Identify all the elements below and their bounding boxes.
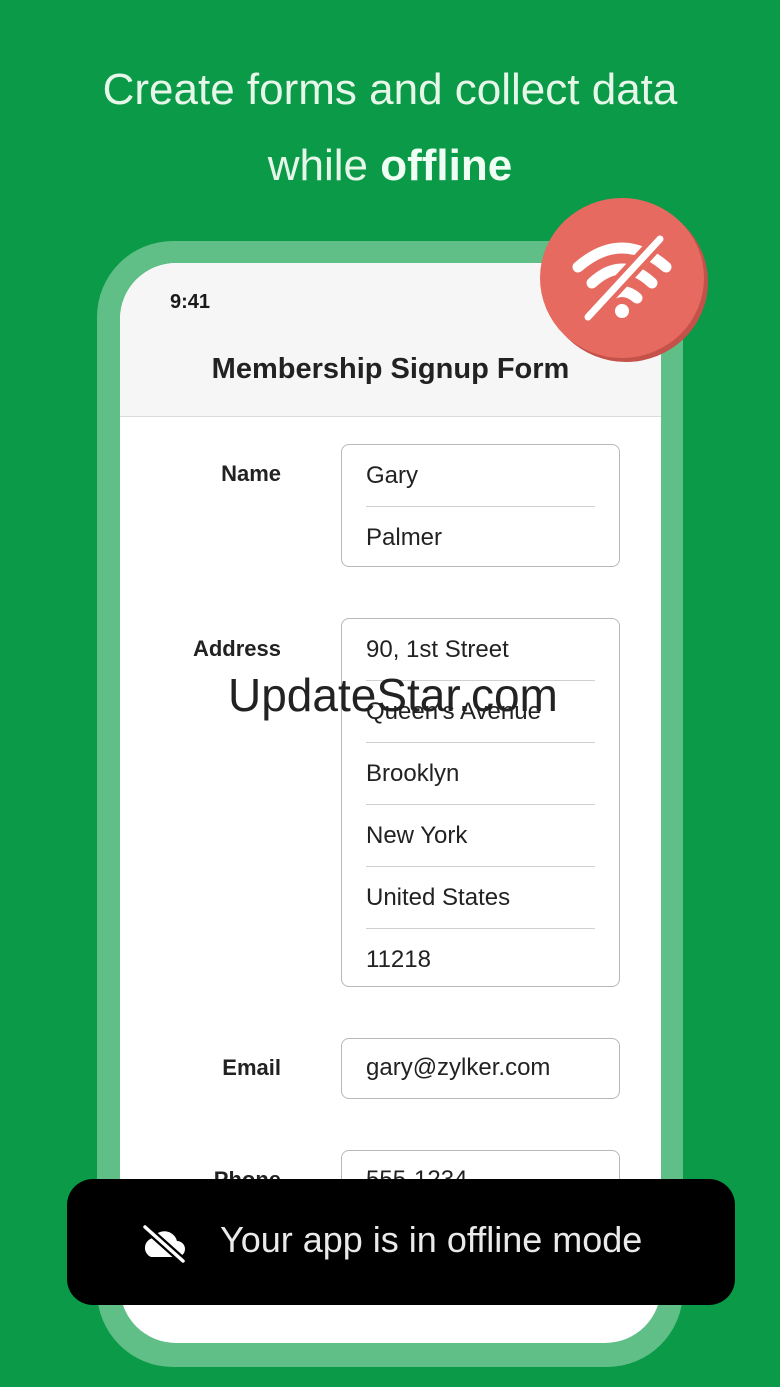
headline-emphasis: offline: [380, 141, 513, 190]
offline-toast: Your app is in offline mode: [67, 1179, 735, 1305]
headline: Create forms and collect data while offl…: [0, 52, 780, 204]
status-time: 9:41: [170, 291, 211, 313]
headline-line-2: while offline: [0, 128, 780, 204]
wifi-off-icon: [572, 233, 672, 321]
city-input[interactable]: Brooklyn: [366, 743, 595, 805]
first-name-input[interactable]: Gary: [366, 445, 595, 507]
toast-message: Your app is in offline mode: [220, 1219, 643, 1260]
email-label: Email: [222, 1055, 281, 1080]
headline-prefix: while: [267, 141, 381, 190]
offline-badge: [540, 198, 704, 358]
last-name-input[interactable]: Palmer: [366, 507, 595, 568]
name-field[interactable]: Gary Palmer: [341, 444, 620, 567]
cloud-off-icon: [141, 1223, 187, 1263]
watermark: UpdateStar.com: [228, 669, 558, 721]
name-label: Name: [221, 461, 281, 486]
country-input[interactable]: United States: [366, 867, 595, 929]
zip-input[interactable]: 11218: [366, 929, 595, 990]
email-field[interactable]: gary@zylker.com: [341, 1038, 620, 1099]
email-input[interactable]: gary@zylker.com: [366, 1039, 595, 1097]
form-header: Membership Signup Form: [120, 343, 661, 417]
form-title: Membership Signup Form: [211, 353, 570, 385]
headline-line-1: Create forms and collect data: [102, 65, 678, 114]
address-label: Address: [192, 636, 281, 661]
state-input[interactable]: New York: [366, 805, 595, 867]
